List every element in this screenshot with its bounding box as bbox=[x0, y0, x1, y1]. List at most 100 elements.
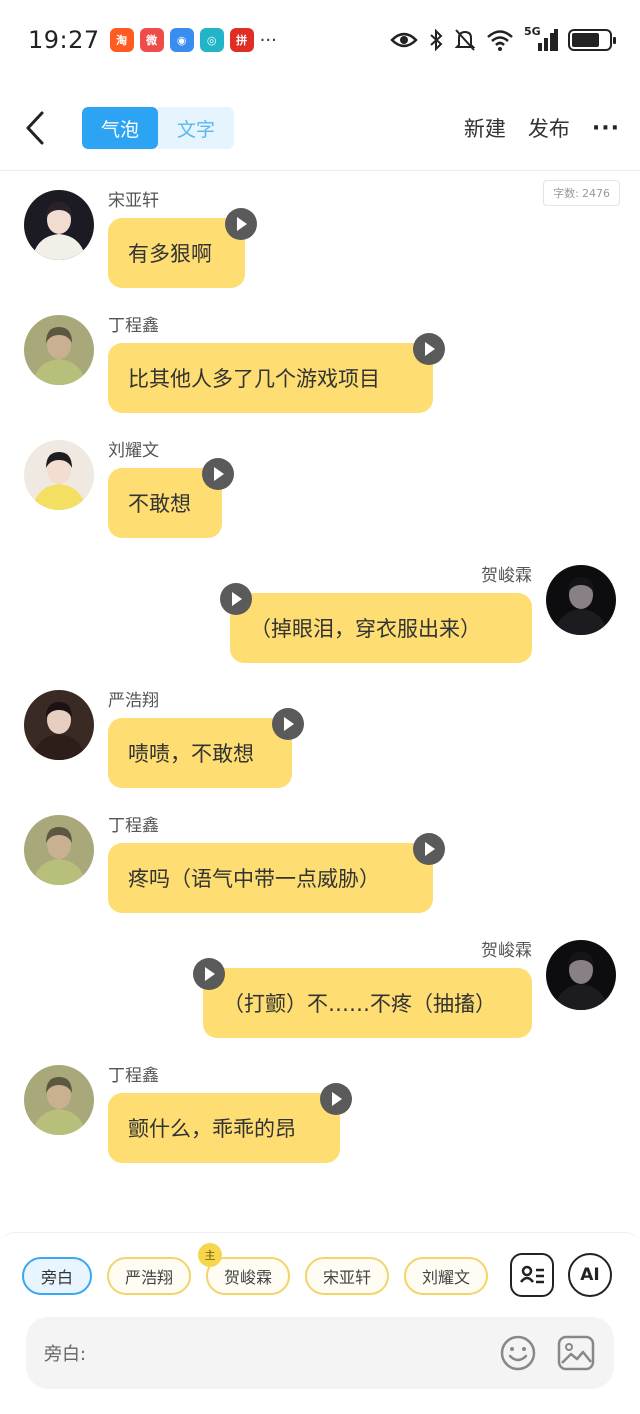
character-chip-label: 刘耀文 bbox=[421, 1268, 470, 1287]
image-button[interactable] bbox=[556, 1333, 596, 1373]
pinduoduo-app-icon: 拼 bbox=[229, 28, 254, 52]
status-more-icon: ··· bbox=[259, 29, 277, 51]
play-voice-button[interactable] bbox=[202, 458, 234, 490]
header-actions: 新建 发布 ··· bbox=[464, 113, 620, 143]
message-item[interactable]: 宋亚轩有多狠啊 bbox=[0, 178, 640, 288]
message-bubble[interactable]: 有多狠啊 bbox=[108, 218, 245, 288]
character-chip-label: 贺峻霖 bbox=[223, 1268, 272, 1287]
play-voice-button[interactable] bbox=[225, 208, 257, 240]
character-chip-label: 旁白 bbox=[40, 1268, 73, 1287]
play-voice-button[interactable] bbox=[413, 833, 445, 865]
speaker-name: 宋亚轩 bbox=[108, 191, 159, 211]
message-bubble[interactable]: 颤什么，乖乖的昂 bbox=[108, 1093, 340, 1163]
message-input[interactable] bbox=[90, 1317, 480, 1389]
character-chip-yanhaoxiang[interactable]: 严浩翔 bbox=[107, 1257, 191, 1295]
message-text: 颤什么，乖乖的昂 bbox=[128, 1117, 296, 1141]
play-voice-button[interactable] bbox=[272, 708, 304, 740]
top-bar: 气泡 文字 新建 发布 ··· bbox=[0, 96, 640, 160]
play-icon bbox=[332, 1092, 342, 1106]
message-item[interactable]: 丁程鑫颤什么，乖乖的昂 bbox=[0, 1053, 640, 1163]
message-text: 有多狠啊 bbox=[128, 242, 212, 266]
publish-button[interactable]: 发布 bbox=[528, 113, 570, 143]
avatar[interactable] bbox=[24, 690, 94, 760]
avatar[interactable] bbox=[24, 1065, 94, 1135]
play-icon bbox=[425, 342, 435, 356]
more-options-button[interactable]: ··· bbox=[592, 116, 620, 141]
avatar[interactable] bbox=[24, 815, 94, 885]
message-text: （掉眼泪，穿衣服出来） bbox=[250, 617, 481, 641]
play-icon bbox=[214, 467, 224, 481]
play-icon bbox=[232, 592, 242, 606]
main-character-badge: 主 bbox=[198, 1243, 222, 1267]
avatar[interactable] bbox=[546, 565, 616, 635]
avatar[interactable] bbox=[24, 315, 94, 385]
message-bubble[interactable]: 疼吗（语气中带一点威胁） bbox=[108, 843, 433, 913]
character-chip-liuyaowen[interactable]: 刘耀文 bbox=[404, 1257, 488, 1295]
avatar[interactable] bbox=[546, 940, 616, 1010]
taobao-app-icon: 淘 bbox=[109, 28, 134, 52]
character-chip-songyaxuan[interactable]: 宋亚轩 bbox=[305, 1257, 389, 1295]
message-text: （打颤）不……不疼（抽搐） bbox=[223, 992, 496, 1016]
tab-bubble[interactable]: 气泡 bbox=[82, 107, 158, 149]
message-bubble[interactable]: （掉眼泪，穿衣服出来） bbox=[230, 593, 532, 663]
avatar[interactable] bbox=[24, 440, 94, 510]
character-selector: 旁白 严浩翔 主 贺峻霖 宋亚轩 刘耀文 AI bbox=[0, 1243, 640, 1303]
message-bubble[interactable]: （打颤）不……不疼（抽搐） bbox=[203, 968, 532, 1038]
message-text: 比其他人多了几个游戏项目 bbox=[128, 367, 380, 391]
wifi-icon bbox=[487, 30, 513, 51]
character-chip-label: 宋亚轩 bbox=[322, 1268, 371, 1287]
message-item[interactable]: 贺峻霖 （打颤）不……不疼（抽搐） bbox=[0, 928, 640, 1038]
back-button[interactable] bbox=[20, 108, 50, 148]
store-app-icon: ◎ bbox=[199, 28, 224, 52]
ai-button[interactable]: AI bbox=[568, 1253, 612, 1297]
status-time: 19:27 bbox=[28, 26, 100, 54]
speaker-name: 刘耀文 bbox=[108, 441, 159, 461]
smiley-icon bbox=[500, 1335, 536, 1371]
contact-card-icon bbox=[520, 1265, 544, 1284]
play-voice-button[interactable] bbox=[220, 583, 252, 615]
new-button[interactable]: 新建 bbox=[464, 113, 506, 143]
speaker-name: 丁程鑫 bbox=[108, 816, 159, 836]
play-icon bbox=[425, 842, 435, 856]
speaker-name: 贺峻霖 bbox=[481, 941, 532, 961]
speaker-name: 贺峻霖 bbox=[481, 566, 532, 586]
speaker-name: 严浩翔 bbox=[108, 691, 159, 711]
ai-label: AI bbox=[580, 1265, 600, 1285]
message-text: 不敢想 bbox=[128, 492, 191, 516]
play-icon bbox=[237, 217, 247, 231]
speaker-name: 丁程鑫 bbox=[108, 316, 159, 336]
message-text: 疼吗（语气中带一点威胁） bbox=[128, 867, 380, 891]
weibo-app-icon: 微 bbox=[139, 28, 164, 52]
message-bubble[interactable]: 比其他人多了几个游戏项目 bbox=[108, 343, 433, 413]
input-row: 旁白: bbox=[26, 1317, 614, 1389]
header-divider bbox=[0, 170, 640, 171]
tab-text[interactable]: 文字 bbox=[158, 107, 234, 149]
message-item[interactable]: 刘耀文不敢想 bbox=[0, 428, 640, 538]
play-icon bbox=[284, 717, 294, 731]
message-text: 啧啧，不敢想 bbox=[128, 742, 254, 766]
emoji-button[interactable] bbox=[498, 1333, 538, 1373]
status-bar: 19:27 淘微 ◉ ◎ 拼 ··· 5G bbox=[0, 0, 640, 80]
status-app-icons: 淘微 ◉ ◎ 拼 bbox=[109, 28, 254, 52]
character-chip-hejunlin[interactable]: 主 贺峻霖 bbox=[198, 1243, 290, 1295]
eye-icon bbox=[390, 32, 418, 48]
play-voice-button[interactable] bbox=[413, 333, 445, 365]
message-item[interactable]: 丁程鑫比其他人多了几个游戏项目 bbox=[0, 303, 640, 413]
input-role-label: 旁白: bbox=[44, 1344, 87, 1365]
character-manage-button[interactable] bbox=[510, 1253, 554, 1297]
browser-app-icon: ◉ bbox=[169, 28, 194, 52]
message-item[interactable]: 贺峻霖 （掉眼泪，穿衣服出来） bbox=[0, 553, 640, 663]
character-chip-narrator[interactable]: 旁白 bbox=[22, 1257, 92, 1295]
bottom-panel: 旁白 严浩翔 主 贺峻霖 宋亚轩 刘耀文 AI 旁白: bbox=[0, 1232, 640, 1414]
image-icon bbox=[557, 1335, 595, 1371]
speaker-name: 丁程鑫 bbox=[108, 1066, 159, 1086]
message-item[interactable]: 严浩翔啧啧，不敢想 bbox=[0, 678, 640, 788]
bluetooth-icon bbox=[430, 28, 443, 52]
view-mode-toggle: 气泡 文字 bbox=[82, 107, 234, 149]
battery-icon bbox=[568, 29, 616, 51]
play-voice-button[interactable] bbox=[193, 958, 225, 990]
message-item[interactable]: 丁程鑫疼吗（语气中带一点威胁） bbox=[0, 803, 640, 913]
avatar[interactable] bbox=[24, 190, 94, 260]
play-voice-button[interactable] bbox=[320, 1083, 352, 1115]
message-bubble[interactable]: 啧啧，不敢想 bbox=[108, 718, 292, 788]
